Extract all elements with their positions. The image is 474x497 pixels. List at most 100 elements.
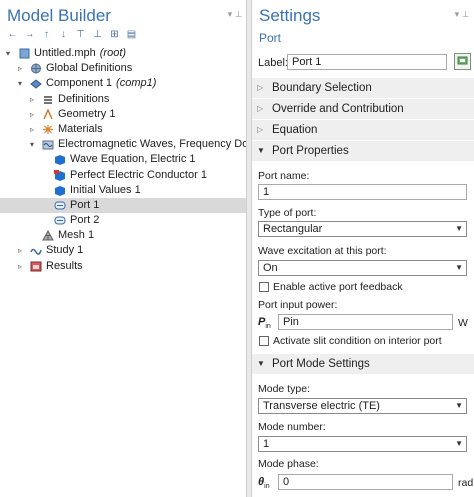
- tree-item-text: Component 1 (comp1): [46, 76, 156, 91]
- reset-label-icon: [457, 56, 468, 65]
- collapse-arrow-icon: ▼: [257, 359, 265, 368]
- reset-label-button[interactable]: [454, 53, 471, 70]
- mode-type-select[interactable]: Transverse electric (TE) ▼: [258, 398, 467, 414]
- initial-values-icon: [54, 185, 66, 196]
- enable-feedback-label: Enable active port feedback: [273, 281, 403, 293]
- section-boundary-selection[interactable]: ▷ Boundary Selection: [252, 78, 474, 98]
- dropdown-arrow-icon: ▼: [455, 224, 463, 233]
- forward-arrow-icon[interactable]: →: [23, 29, 36, 41]
- port-icon: [54, 200, 66, 211]
- type-of-port-select[interactable]: Rectangular ▼: [258, 221, 467, 237]
- tree-item[interactable]: Port 2: [0, 213, 246, 228]
- section-equation[interactable]: ▷ Equation: [252, 120, 474, 140]
- label-input[interactable]: Port 1: [287, 54, 447, 70]
- expand-arrow-icon[interactable]: ▹: [30, 92, 38, 104]
- label-caption: Label:: [258, 57, 288, 69]
- emw-physics-icon: [42, 139, 54, 150]
- expand-arrow-icon[interactable]: ▹: [30, 107, 38, 119]
- tree-item-label: Geometry 1: [58, 107, 116, 120]
- mode-number-label: Mode number:: [258, 421, 326, 433]
- geometry-icon: [42, 107, 54, 120]
- tree-item[interactable]: Perfect Electric Conductor 1: [0, 168, 246, 183]
- tree-item-label: Port 1: [70, 198, 100, 211]
- collapse-arrow-icon[interactable]: ▾: [18, 76, 26, 88]
- port-name-label: Port name:: [258, 170, 310, 182]
- pin-symbol: Pin: [258, 316, 271, 331]
- dropdown-arrow-icon: ▼: [455, 401, 463, 410]
- theta-symbol: θin: [258, 476, 270, 491]
- component-icon: [30, 78, 42, 90]
- settings-title: Settings: [259, 6, 321, 25]
- expand-all-icon[interactable]: ⊞: [108, 29, 121, 41]
- tree-item[interactable]: ▾ Untitled.mph (root): [0, 46, 246, 61]
- tree-item[interactable]: ▹ Definitions: [0, 92, 246, 107]
- tree-item-label: Electromagnetic Waves, Frequency Domain: [58, 138, 246, 151]
- model-builder-toolbar: ← → ↑ ↓ ⊤ ⊥ ⊞ ▤: [6, 29, 142, 41]
- tree-item[interactable]: Wave Equation, Electric 1: [0, 152, 246, 167]
- tree-item[interactable]: Mesh 1: [0, 228, 246, 243]
- tree-item[interactable]: ▹ Results: [0, 259, 246, 274]
- tree-item[interactable]: Initial Values 1: [0, 183, 246, 198]
- collapse-arrow-icon[interactable]: ▾: [30, 137, 38, 149]
- wave-equation-icon: [54, 154, 66, 166]
- dropdown-arrow-icon: ▼: [455, 439, 463, 448]
- study-icon: [30, 245, 42, 256]
- expand-arrow-icon[interactable]: ▹: [18, 259, 26, 271]
- expand-arrow-icon[interactable]: ▹: [18, 243, 26, 255]
- port-input-power-input[interactable]: Pin: [278, 314, 453, 330]
- port-input-power-label: Port input power:: [258, 299, 338, 311]
- wave-excitation-select[interactable]: On ▼: [258, 260, 467, 276]
- mesh-icon: [42, 230, 54, 241]
- definitions-icon: [42, 94, 54, 105]
- slit-condition-label: Activate slit condition on interior port: [273, 335, 442, 347]
- expand-arrow-icon[interactable]: ▹: [30, 122, 38, 134]
- wave-excitation-label: Wave excitation at this port:: [258, 245, 387, 257]
- section-port-properties[interactable]: ▼ Port Properties: [252, 141, 474, 161]
- materials-icon: [42, 124, 54, 135]
- tree-item[interactable]: ▹ Study 1: [0, 243, 246, 258]
- expand-arrow-icon: ▷: [257, 125, 264, 134]
- collapse-arrow-icon[interactable]: ▾: [6, 46, 14, 58]
- pec-icon: [54, 169, 66, 181]
- tree-item[interactable]: ▹ Global Definitions: [0, 61, 246, 76]
- model-builder-panel: Model Builder ▾ ⊥ ← → ↑ ↓ ⊤ ⊥ ⊞ ▤ ▾ Untit…: [0, 0, 247, 497]
- tree-item-label: Untitled.mph: [34, 47, 96, 59]
- collapse-all-icon[interactable]: ⊥: [91, 29, 104, 41]
- tree-item[interactable]: ▾ Electromagnetic Waves, Frequency Domain: [0, 137, 246, 152]
- tree-item-label: Global Definitions: [46, 62, 133, 75]
- tree-item-label: Port 2: [70, 214, 100, 227]
- expand-arrow-icon[interactable]: ▹: [18, 61, 26, 73]
- mode-type-label: Mode type:: [258, 383, 310, 395]
- view-options-icon[interactable]: ▤: [125, 29, 138, 41]
- phase-unit: rad: [458, 477, 474, 489]
- mode-phase-label: Mode phase:: [258, 458, 319, 470]
- mode-phase-input[interactable]: 0: [278, 474, 453, 490]
- tree-item-suffix: (comp1): [116, 77, 157, 90]
- type-of-port-label: Type of port:: [258, 207, 317, 219]
- tree-item[interactable]: ▹ Geometry 1: [0, 107, 246, 122]
- tree-item[interactable]: ▾ Component 1 (comp1): [0, 76, 246, 91]
- port-icon: [54, 215, 66, 226]
- tree-item-label: Materials: [58, 122, 103, 135]
- tree-item[interactable]: Port 1: [0, 197, 246, 214]
- show-more-options-icon[interactable]: ⊤: [74, 29, 87, 41]
- tree-item[interactable]: ▹ Materials: [0, 122, 246, 137]
- slit-condition-checkbox[interactable]: [259, 336, 269, 346]
- enable-feedback-checkbox[interactable]: [259, 282, 269, 292]
- tree-item-label: Perfect Electric Conductor 1: [70, 168, 207, 181]
- move-up-icon[interactable]: ↑: [40, 29, 53, 41]
- settings-subtitle: Port: [259, 31, 282, 45]
- section-port-mode-settings[interactable]: ▼ Port Mode Settings: [252, 354, 474, 374]
- tree-item-label: Definitions: [58, 92, 110, 105]
- move-down-icon[interactable]: ↓: [57, 29, 70, 41]
- port-name-input[interactable]: 1: [258, 184, 467, 200]
- tree-item-label: Study 1: [46, 244, 84, 257]
- mode-number-select[interactable]: 1 ▼: [258, 436, 467, 452]
- back-arrow-icon[interactable]: ←: [6, 29, 19, 41]
- label-row: Label: Port 1: [258, 53, 472, 72]
- power-unit: W: [458, 317, 468, 329]
- tree-item-label: Wave Equation, Electric 1: [70, 153, 196, 166]
- pin-icon[interactable]: ▾ ⊥: [454, 9, 470, 19]
- pin-icon[interactable]: ▾ ⊥: [227, 9, 243, 19]
- section-override-contribution[interactable]: ▷ Override and Contribution: [252, 99, 474, 119]
